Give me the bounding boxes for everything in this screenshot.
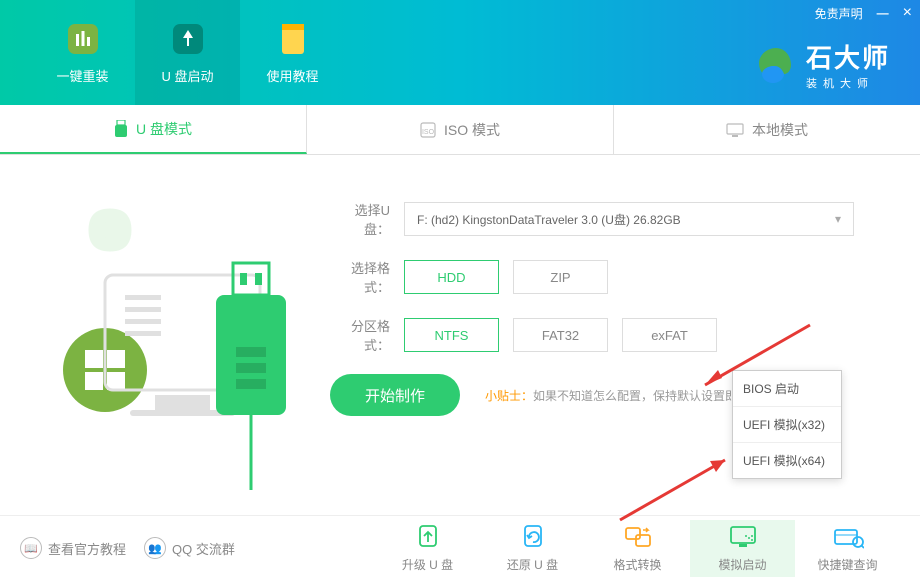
local-icon xyxy=(726,123,744,137)
popup-bios-boot[interactable]: BIOS 启动 xyxy=(733,371,841,407)
tab-usb-mode[interactable]: U 盘模式 xyxy=(0,105,307,154)
nav-tutorial[interactable]: 使用教程 xyxy=(240,0,345,105)
tutorial-link[interactable]: 📖 查看官方教程 xyxy=(20,537,126,559)
iso-icon: ISO xyxy=(420,122,436,138)
boot-mode-popup: BIOS 启动 UEFI 模拟(x32) UEFI 模拟(x64) xyxy=(732,370,842,479)
nav: 一键重装 U 盘启动 使用教程 xyxy=(0,0,345,105)
hotkey-icon xyxy=(832,524,864,550)
brand: 石大师 装机大师 xyxy=(756,38,890,91)
format-zip-button[interactable]: ZIP xyxy=(513,260,608,294)
close-button[interactable]: × xyxy=(903,4,912,22)
partition-exfat-button[interactable]: exFAT xyxy=(622,318,717,352)
disk-row: 选择U盘： F: (hd2) KingstonDataTraveler 3.0 … xyxy=(330,200,870,238)
partition-label: 分区格式： xyxy=(330,316,390,354)
tool-label: 快捷键查询 xyxy=(817,556,877,573)
nav-label: 使用教程 xyxy=(266,66,318,85)
tab-label: ISO 模式 xyxy=(444,120,500,140)
book-icon: 📖 xyxy=(20,537,42,559)
disk-value: F: (hd2) KingstonDataTraveler 3.0 (U盘) 2… xyxy=(417,211,681,228)
tool-format-convert[interactable]: 格式转换 xyxy=(585,520,690,577)
popup-uefi-x32[interactable]: UEFI 模拟(x32) xyxy=(733,407,841,443)
tab-label: U 盘模式 xyxy=(136,119,192,139)
tool-simulate-boot[interactable]: 模拟启动 xyxy=(690,520,795,577)
svg-text:ISO: ISO xyxy=(422,129,435,136)
disk-select[interactable]: F: (hd2) KingstonDataTraveler 3.0 (U盘) 2… xyxy=(404,202,854,236)
tool-restore-usb[interactable]: 还原 U 盘 xyxy=(480,520,585,577)
format-label: 选择格式： xyxy=(330,258,390,296)
qq-group-link[interactable]: 👥 QQ 交流群 xyxy=(144,537,235,559)
bottom-tools: 升级 U 盘 还原 U 盘 格式转换 模拟启动 快捷键查询 xyxy=(375,520,900,577)
tutorial-icon xyxy=(274,20,312,58)
tool-hotkey-lookup[interactable]: 快捷键查询 xyxy=(795,520,900,577)
nav-label: U 盘启动 xyxy=(161,66,213,85)
titlebar: 一键重装 U 盘启动 使用教程 石大师 装机大师 免责声明 — × xyxy=(0,0,920,105)
reinstall-icon xyxy=(64,20,102,58)
partition-ntfs-button[interactable]: NTFS xyxy=(404,318,499,352)
format-row: 选择格式： HDD ZIP xyxy=(330,258,870,296)
nav-label: 一键重装 xyxy=(56,66,108,85)
partition-fat32-button[interactable]: FAT32 xyxy=(513,318,608,352)
tool-label: 模拟启动 xyxy=(718,556,766,573)
tab-label: 本地模式 xyxy=(752,120,808,140)
mode-tabs: U 盘模式 ISO ISO 模式 本地模式 xyxy=(0,105,920,155)
usb-boot-icon xyxy=(169,20,207,58)
link-label: QQ 交流群 xyxy=(172,539,235,558)
nav-usb-boot[interactable]: U 盘启动 xyxy=(135,0,240,105)
nav-reinstall[interactable]: 一键重装 xyxy=(30,0,135,105)
convert-icon xyxy=(622,524,654,550)
tab-local-mode[interactable]: 本地模式 xyxy=(614,105,920,154)
tool-label: 还原 U 盘 xyxy=(507,556,558,573)
brand-subtitle: 装机大师 xyxy=(806,75,890,91)
link-label: 查看官方教程 xyxy=(48,539,126,558)
simulate-icon xyxy=(727,524,759,550)
bottom-links: 📖 查看官方教程 👥 QQ 交流群 xyxy=(20,537,235,559)
window-controls: 免责声明 — × xyxy=(815,4,912,22)
people-icon: 👥 xyxy=(144,537,166,559)
tip: 小贴士：如果不知道怎么配置，保持默认设置即可 xyxy=(485,387,749,404)
brand-title: 石大师 xyxy=(806,38,890,75)
tip-text: 如果不知道怎么配置，保持默认设置即可 xyxy=(533,389,749,403)
tip-label: 小贴士： xyxy=(485,389,533,403)
restore-icon xyxy=(517,524,549,550)
tool-upgrade-usb[interactable]: 升级 U 盘 xyxy=(375,520,480,577)
bottom-bar: 📖 查看官方教程 👥 QQ 交流群 升级 U 盘 还原 U 盘 格式转换 模拟启… xyxy=(0,515,920,580)
usb-icon xyxy=(114,120,128,138)
chevron-down-icon: ▾ xyxy=(835,212,841,226)
partition-row: 分区格式： NTFS FAT32 exFAT xyxy=(330,316,870,354)
brand-logo-icon xyxy=(756,45,796,85)
illustration xyxy=(0,155,330,515)
upgrade-icon xyxy=(412,524,444,550)
disk-label: 选择U盘： xyxy=(330,200,390,238)
popup-uefi-x64[interactable]: UEFI 模拟(x64) xyxy=(733,443,841,478)
format-hdd-button[interactable]: HDD xyxy=(404,260,499,294)
tool-label: 升级 U 盘 xyxy=(402,556,453,573)
tool-label: 格式转换 xyxy=(613,556,661,573)
minimize-button[interactable]: — xyxy=(877,6,889,20)
tab-iso-mode[interactable]: ISO ISO 模式 xyxy=(307,105,614,154)
start-button[interactable]: 开始制作 xyxy=(330,374,460,416)
disclaimer-link[interactable]: 免责声明 xyxy=(815,5,863,22)
